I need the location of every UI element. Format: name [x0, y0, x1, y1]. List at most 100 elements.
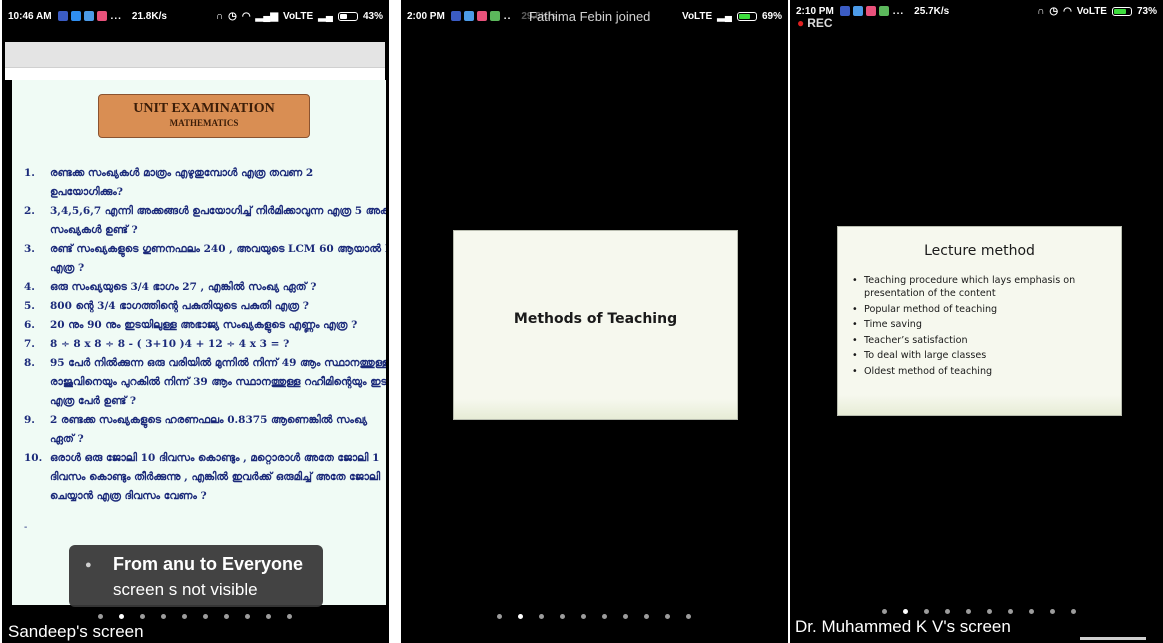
- page-indicator[interactable]: [882, 609, 1076, 614]
- question-text: 20 നും 90 നും ഇടയിലുള്ള അഭാജ്യ സംഖ്യകളുട…: [50, 319, 358, 331]
- page-dot[interactable]: [882, 609, 887, 614]
- page-dot[interactable]: [987, 609, 992, 614]
- more-dots-icon: ..: [503, 10, 512, 22]
- page-dot[interactable]: [966, 609, 971, 614]
- question-number: 9.: [24, 414, 35, 426]
- question-text: ചെയ്യാൻ എത്ര ദിവസം വേണം ?: [50, 490, 207, 502]
- page-dot[interactable]: [497, 614, 502, 619]
- document-toolbar: [5, 42, 385, 68]
- question-item: 4. ഒരു സംഖ്യയുടെ 3/4 ഭാഗം 27 , എങ്കിൽ സംഖ…: [24, 278, 386, 297]
- status-time: 10:46 AM: [8, 10, 52, 22]
- question-text: 95 പേർ നിൽക്കുന്ന ഒരു വരിയിൽ മുന്നിൽ നിന…: [50, 357, 386, 369]
- check-icon: [463, 11, 474, 21]
- status-time: 2:10 PM: [796, 5, 834, 17]
- question-text: സംഖ്യകൾ ഉണ്ട് ?: [50, 224, 138, 236]
- page-indicator[interactable]: [98, 614, 292, 619]
- page-dot[interactable]: [665, 614, 670, 619]
- facebook-icon: [450, 11, 461, 21]
- question-text: ഏത് ?: [50, 433, 84, 445]
- page-dot[interactable]: [1029, 609, 1034, 614]
- shared-slide[interactable]: Methods of Teaching: [453, 230, 738, 420]
- network-label: VoLTE: [283, 10, 314, 22]
- page-dot[interactable]: [581, 614, 586, 619]
- battery-icon: [1111, 6, 1132, 16]
- signal-icon: ▂▄▆: [255, 10, 279, 22]
- slide-bullet: Time saving: [852, 318, 1098, 331]
- participant-screen-slides[interactable]: 2:00 PM .. 29.6K/s VoLTE ▂▄ 69% Fathima …: [401, 0, 788, 643]
- recording-indicator: ● REC: [797, 16, 833, 30]
- page-dot[interactable]: [602, 614, 607, 619]
- page-dot[interactable]: [686, 614, 691, 619]
- alarm-icon: ◷: [228, 10, 237, 22]
- page-dot[interactable]: [182, 614, 187, 619]
- question-text: എത്ര പേർ ഉണ്ട് ?: [50, 395, 137, 407]
- page-dot[interactable]: [1071, 609, 1076, 614]
- question-number: 4.: [24, 281, 35, 293]
- network-label: VoLTE: [682, 10, 713, 22]
- slide-bullet: Teaching procedure which lays emphasis o…: [852, 274, 1098, 300]
- page-indicator[interactable]: [497, 614, 691, 619]
- page-dot[interactable]: [203, 614, 208, 619]
- chat-toast-message: screen s not visible: [113, 580, 258, 599]
- network-speed: 21.8K/s: [131, 10, 167, 22]
- join-notice: Fathima Febin joined: [529, 9, 651, 24]
- slide-bullet: Popular method of teaching: [852, 303, 1098, 316]
- question-list: 1. രണ്ടക്ക സംഖ്യകൾ മാത്രം എഴുതുമ്പോൾ എത്ര…: [24, 164, 386, 506]
- page-dot[interactable]: [1008, 609, 1013, 614]
- question-item: 2. 3,4,5,6,7 എന്നി അക്കങ്ങൾ ഉപയോഗിച്ച് നി…: [24, 202, 386, 240]
- question-item: 8. 95 പേർ നിൽക്കുന്ന ഒരു വരിയിൽ മുന്നിൽ ന…: [24, 354, 386, 411]
- home-indicator[interactable]: [1080, 637, 1146, 640]
- question-text: ദിവസം കൊണ്ടും തീർക്കുന്നു , എങ്കിൽ ഇവർക്…: [50, 471, 381, 483]
- question-text: ഒരു സംഖ്യയുടെ 3/4 ഭാഗം 27 , എങ്കിൽ സംഖ്യ…: [50, 281, 317, 293]
- question-text: ഒരാൾ ഒരു ജോലി 10 ദിവസം കൊണ്ടും , മറ്റൊരാ…: [50, 452, 380, 464]
- check-icon: [83, 11, 94, 21]
- question-number: 8.: [24, 357, 35, 369]
- question-item: 3. രണ്ട് സംഖ്യകളുടെ ഗുണനഫലം 240 , അവയുടെ …: [24, 240, 386, 278]
- question-item: 9. 2 രണ്ടക്ക സംഖ്യകളുടെ ഹരണഫലം 0.8375 ആണെ…: [24, 411, 386, 449]
- gmail-icon: [476, 11, 487, 21]
- gmail-icon: [865, 6, 876, 16]
- page-dot[interactable]: [945, 609, 950, 614]
- slide-decoration: [838, 395, 1121, 415]
- signal-icon: ▂▄: [318, 10, 333, 22]
- slide-bullet: To deal with large classes: [852, 349, 1098, 362]
- page-dot[interactable]: [140, 614, 145, 619]
- page-dot[interactable]: [903, 609, 908, 614]
- battery-percent: 43%: [362, 10, 383, 22]
- page-dot[interactable]: [539, 614, 544, 619]
- page-dot[interactable]: [623, 614, 628, 619]
- participant-screen-sandeep[interactable]: 10:46 AM ... 21.8K/s ∩ ◷ ◠ ▂▄▆ VoLTE ▂▄ …: [2, 0, 389, 643]
- gmail-icon: [96, 11, 107, 21]
- app-icon: [878, 6, 889, 16]
- rec-dot-icon: ●: [797, 16, 805, 30]
- avatar-icon: ●: [85, 559, 92, 571]
- question-item: 10. ഒരാൾ ഒരു ജോലി 10 ദിവസം കൊണ്ടും , മറ്റ…: [24, 449, 386, 506]
- page-dot[interactable]: [266, 614, 271, 619]
- check-icon: [852, 6, 863, 16]
- participant-screen-muhammed[interactable]: 2:10 PM ... 25.7K/s ∩ ◷ ◠ VoLTE 73% ● REC…: [790, 0, 1163, 643]
- messenger-icon: [70, 11, 81, 21]
- shared-slide[interactable]: Lecture method Teaching procedure which …: [837, 226, 1122, 416]
- page-dot[interactable]: [224, 614, 229, 619]
- network-speed: 25.7K/s: [914, 5, 950, 17]
- chat-toast[interactable]: ● From anu to Everyone screen s not visi…: [69, 545, 323, 607]
- question-text: 3,4,5,6,7 എന്നി അക്കങ്ങൾ ഉപയോഗിച്ച് നിർമ…: [50, 205, 386, 217]
- page-dot[interactable]: [644, 614, 649, 619]
- question-text: 8 ÷ 8 x 8 ÷ 8 - ( 3+10 )4 + 12 ÷ 4 x 3 =…: [50, 338, 290, 350]
- page-dot[interactable]: [924, 609, 929, 614]
- page-dot[interactable]: [98, 614, 103, 619]
- page-dot[interactable]: [245, 614, 250, 619]
- page-dot[interactable]: [560, 614, 565, 619]
- exam-document[interactable]: UNIT EXAMINATION MATHEMATICS 1. രണ്ടക്ക സ…: [12, 80, 386, 605]
- page-dot[interactable]: [161, 614, 166, 619]
- status-time: 2:00 PM: [407, 10, 445, 22]
- page-dot[interactable]: [518, 614, 523, 619]
- screen-owner-label: Dr. Muhammed K V's screen: [795, 617, 1011, 636]
- screen-owner-label: Sandeep's screen: [8, 622, 144, 641]
- page-dot[interactable]: [1050, 609, 1055, 614]
- page-dot[interactable]: [287, 614, 292, 619]
- question-text: എത്ര ?: [50, 262, 85, 274]
- page-dot[interactable]: [119, 614, 124, 619]
- question-number: 2.: [24, 205, 35, 217]
- exam-subtitle: MATHEMATICS: [169, 118, 239, 128]
